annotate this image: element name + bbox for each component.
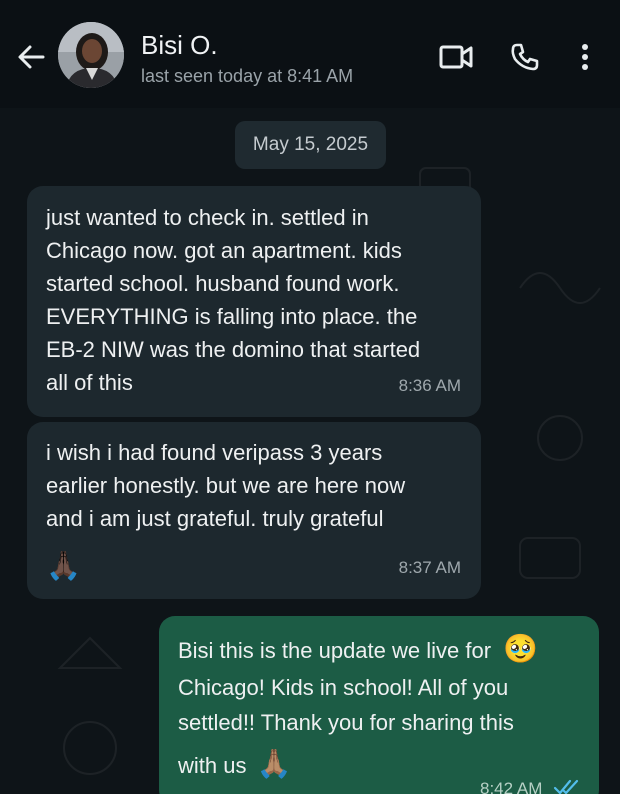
praying-hands-emoji: 🙏🏿 — [46, 550, 81, 581]
message-text: i wish i had found veripass 3 years earl… — [46, 436, 405, 535]
message-bubble-incoming[interactable]: just wanted to check in. settled in Chic… — [27, 186, 481, 417]
message-line: started school. husband found work. — [46, 271, 400, 296]
message-line: and i am just grateful. truly grateful — [46, 506, 384, 531]
message-line: settled!! Thank you for sharing this — [178, 710, 514, 735]
message-time: 8:36 AM — [398, 376, 461, 395]
praying-hands-emoji: 🙏🏽 — [256, 748, 292, 779]
message-line: just wanted to check in. settled in — [46, 205, 369, 230]
pleading-face-emoji: 🥹 — [503, 633, 539, 664]
message-time: 8:37 AM — [398, 558, 461, 577]
video-call-icon[interactable] — [436, 40, 476, 74]
message-line: earlier honestly. but we are here now — [46, 473, 406, 498]
message-line: with us — [178, 753, 247, 778]
chat-header: Bisi O. last seen today at 8:41 AM — [0, 0, 620, 108]
message-time: 8:42 AM — [480, 779, 543, 794]
message-line-row: Bisi this is the update we live for 🥹 — [178, 632, 538, 667]
last-seen-status: last seen today at 8:41 AM — [141, 66, 354, 86]
more-options-icon[interactable] — [574, 40, 596, 74]
date-chip: May 15, 2025 — [235, 121, 386, 169]
message-text: just wanted to check in. settled in Chic… — [46, 201, 420, 399]
message-text: Bisi this is the update we live for 🥹 Ch… — [178, 632, 538, 782]
message-line: i wish i had found veripass 3 years — [46, 440, 383, 465]
message-bubble-outgoing[interactable]: Bisi this is the update we live for 🥹 Ch… — [159, 616, 599, 794]
avatar[interactable] — [58, 22, 124, 88]
message-bubble-incoming[interactable]: i wish i had found veripass 3 years earl… — [27, 422, 481, 599]
message-line: EB-2 NIW was the domino that started — [46, 337, 421, 362]
message-line: Chicago! Kids in school! All of you — [178, 675, 509, 700]
contact-name[interactable]: Bisi O. — [141, 30, 218, 61]
double-check-read-icon — [553, 772, 581, 794]
message-line: Bisi this is the update we live for — [178, 638, 492, 663]
message-line: Chicago now. got an apartment. kids — [46, 238, 402, 263]
message-line: EVERYTHING is falling into place. the — [46, 304, 418, 329]
back-arrow-icon[interactable] — [14, 40, 48, 74]
phone-icon[interactable] — [507, 40, 543, 74]
message-line: all of this — [46, 370, 133, 395]
